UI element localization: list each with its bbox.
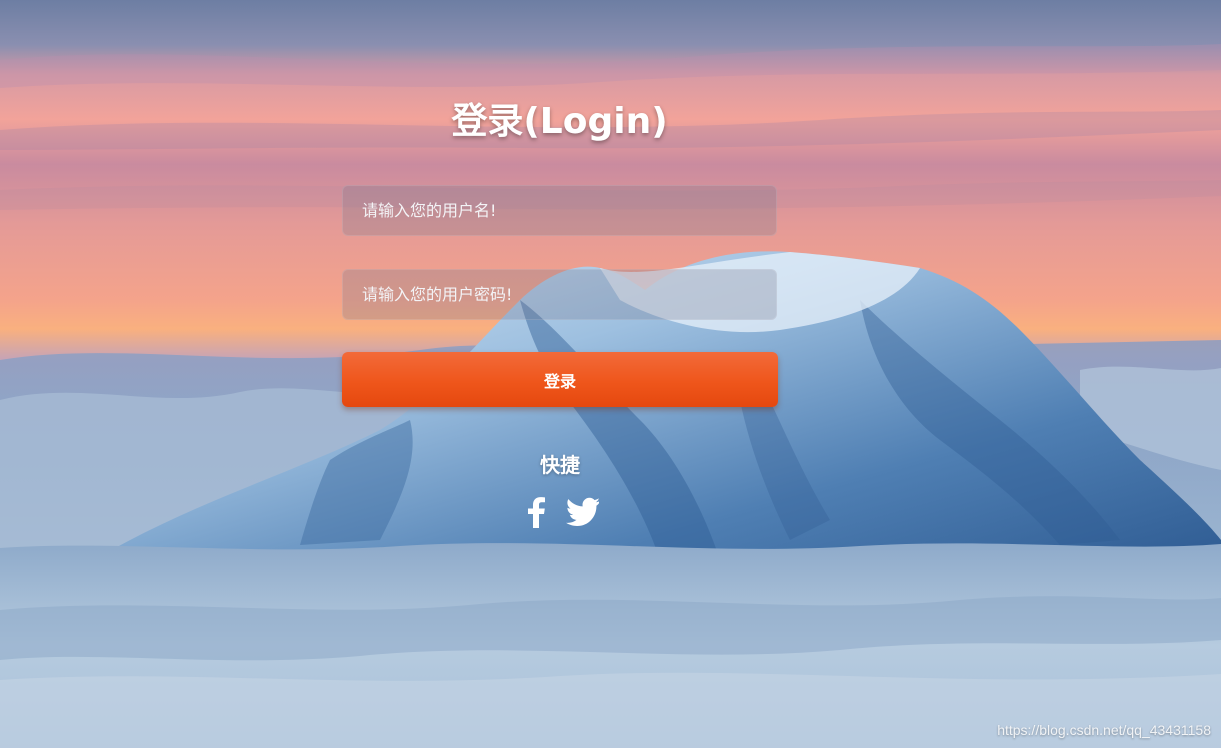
username-input[interactable]: [342, 185, 777, 236]
page-title: 登录(Login): [451, 101, 668, 142]
blog-watermark: https://blog.csdn.net/qq_43431158: [997, 722, 1211, 738]
quick-login-label: 快捷: [540, 453, 580, 477]
login-button[interactable]: 登录: [342, 352, 778, 407]
password-input[interactable]: [342, 269, 777, 320]
facebook-icon[interactable]: [526, 496, 546, 528]
twitter-icon[interactable]: [566, 496, 599, 528]
login-page: 登录(Login) 登录 快捷 https://blog.csdn.net/qq…: [0, 0, 1221, 748]
